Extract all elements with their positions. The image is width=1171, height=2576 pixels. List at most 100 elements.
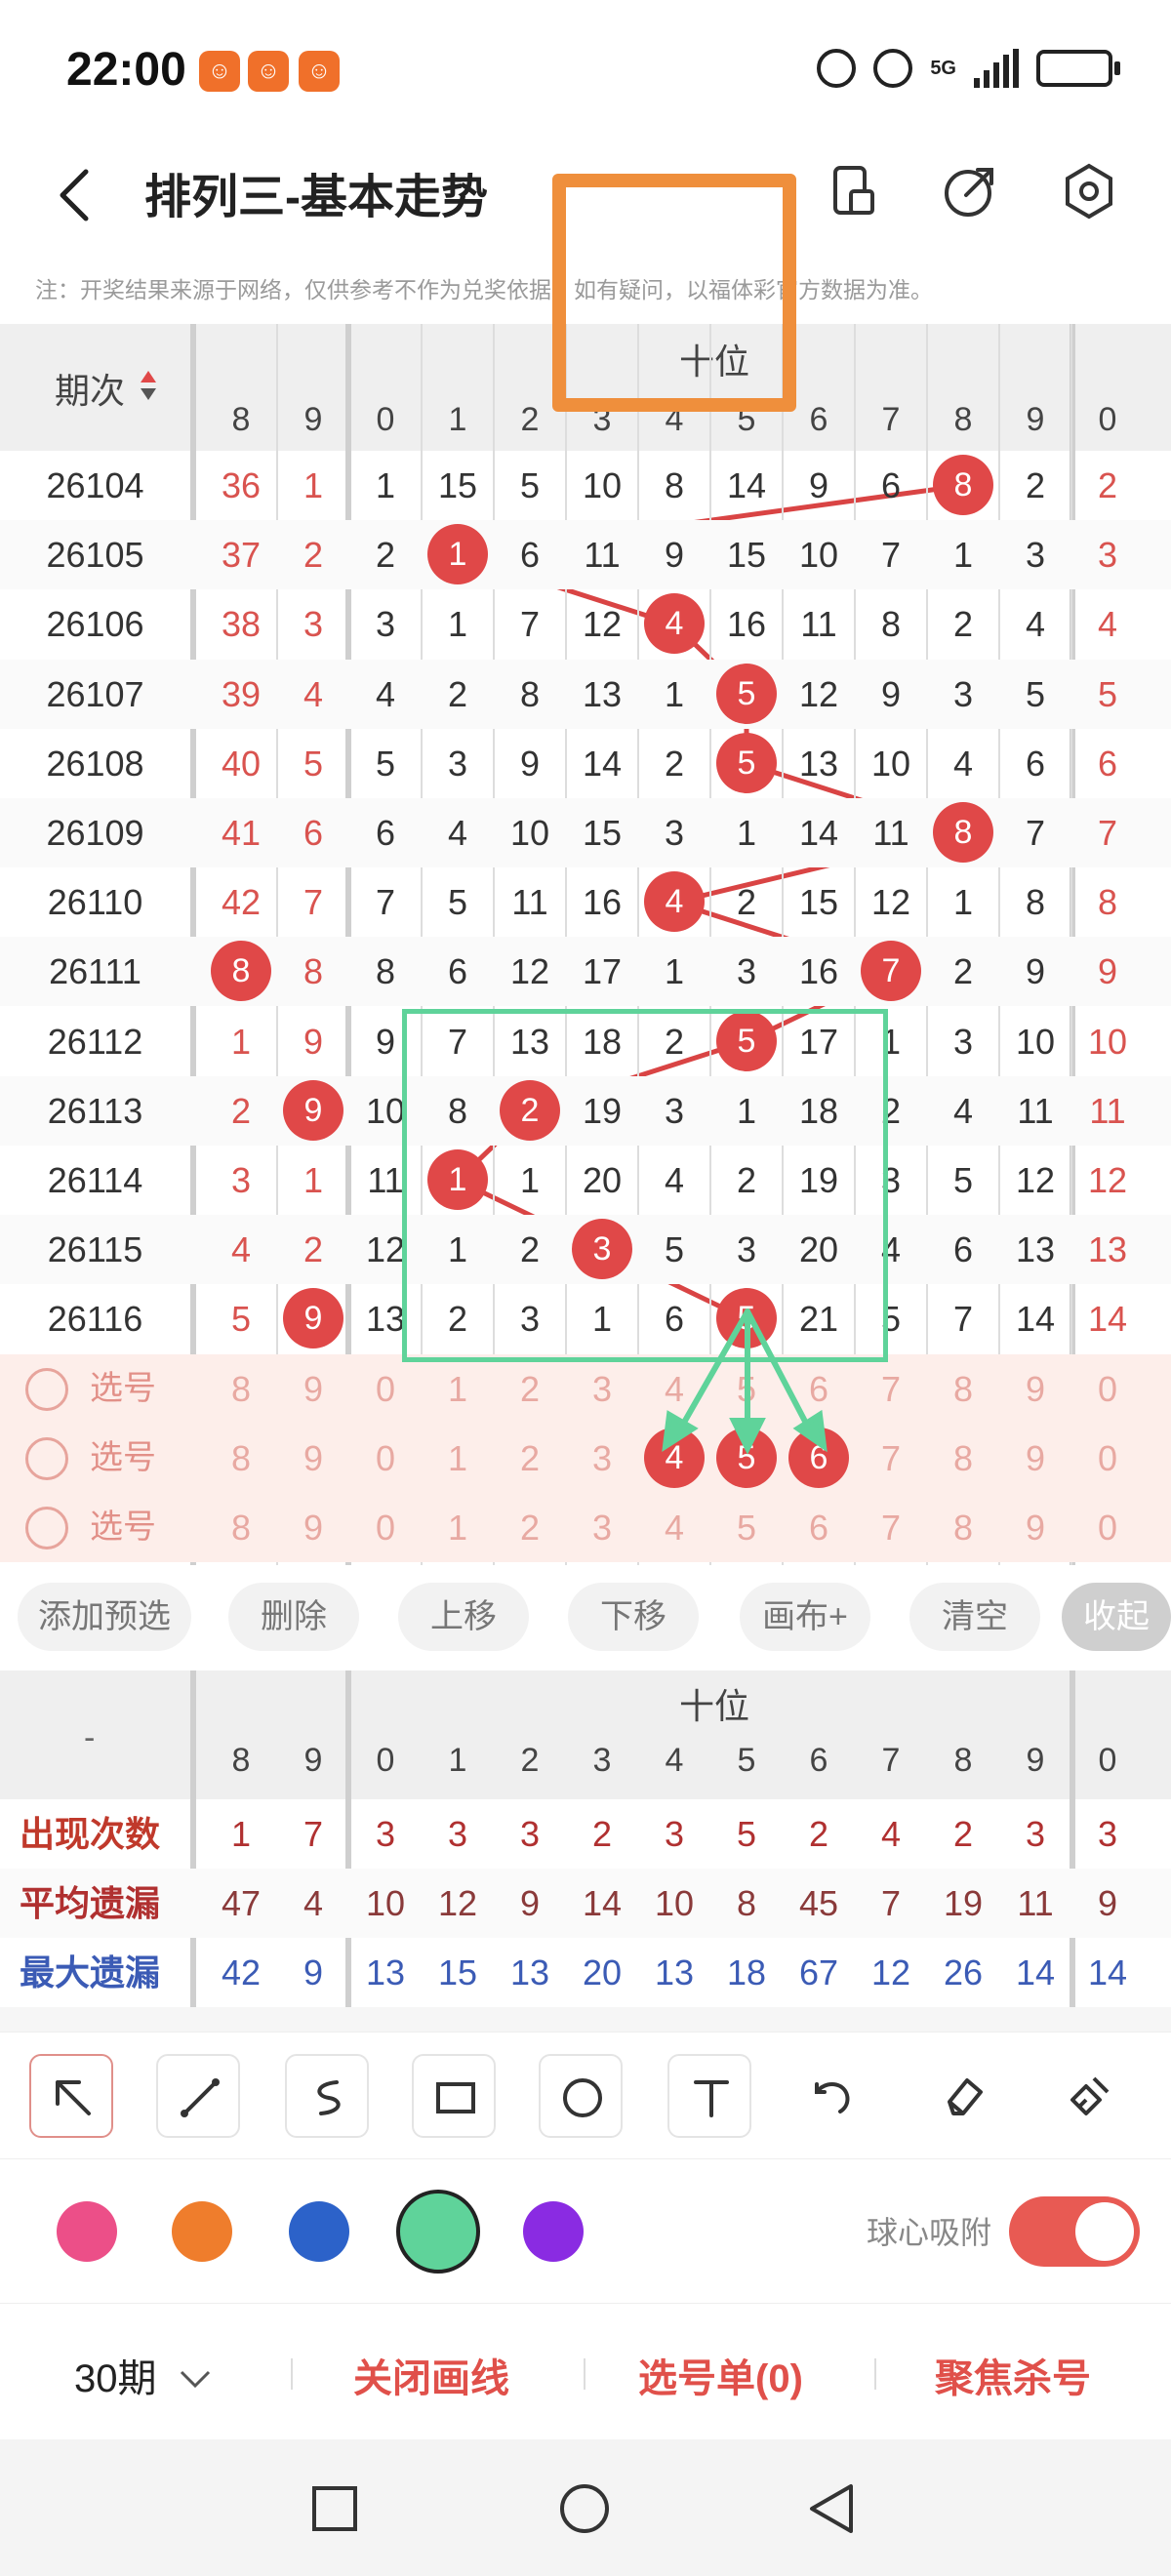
table-row[interactable]: 261118886121713162997 [0,937,1171,1007]
pick-cell[interactable]: 0 [1071,1493,1144,1562]
period-select[interactable]: 30期 [74,2347,213,2403]
pick-cell[interactable]: 0 [1071,1424,1144,1493]
back-icon[interactable] [55,166,94,224]
pick-cell[interactable]: 5 [710,1493,783,1562]
pick-row[interactable]: 选号 8 9 0 1 2 3 7 8 9 0 4 5 6 [0,1423,1171,1493]
drawn-number-ball[interactable]: 8 [933,802,993,863]
action-bar: 添加预选 删除 上移 下移 画布+ 清空 收起 [0,1565,1171,1663]
miss-value: 1 [303,465,324,505]
table-row[interactable]: 26107 39 4 4 2 8 13 1 12 9 3 5 5 5 [0,659,1171,729]
drawn-number-ball[interactable]: 5 [716,732,777,793]
pick-cell[interactable]: 0 [349,1354,422,1424]
pick-cell[interactable]: 3 [566,1354,638,1424]
pick-cell[interactable]: 7 [855,1493,927,1562]
pick-cell[interactable]: 9 [277,1493,349,1562]
drawn-number-ball[interactable]: 7 [861,941,921,1002]
rectangle-tool[interactable] [412,2054,496,2138]
arrow-tool[interactable] [29,2054,113,2138]
recents-icon[interactable] [310,2484,359,2533]
color-swatch[interactable] [57,2201,117,2262]
stats-column-header: 1 [448,1742,467,1779]
pick-cell[interactable]: 9 [999,1493,1071,1562]
pick-cell[interactable]: 9 [999,1354,1071,1424]
color-swatch[interactable] [396,2190,480,2274]
pick-cell[interactable]: 2 [494,1493,566,1562]
pick-cell[interactable]: 1 [422,1354,494,1424]
delete-button[interactable]: 删除 [228,1583,359,1651]
move-down-button[interactable]: 下移 [568,1583,699,1651]
pick-cell[interactable]: 1 [422,1493,494,1562]
drawn-number-ball[interactable]: 5 [716,663,777,724]
pick-row-checkbox[interactable] [25,1507,68,1550]
pick-row[interactable]: 选号8901234567890 [0,1493,1171,1562]
text-tool[interactable] [667,2054,751,2138]
eraser-tool[interactable] [921,2054,1005,2138]
drawn-number-ball[interactable]: 1 [427,524,488,585]
pick-cell[interactable]: 9 [277,1424,349,1493]
line-tool[interactable] [156,2054,240,2138]
add-canvas-button[interactable]: 画布+ [740,1583,870,1651]
pick-cell[interactable]: 8 [927,1424,999,1493]
settings-icon[interactable] [1058,160,1120,222]
pick-cell[interactable]: 4 [638,1493,710,1562]
table-row[interactable]: 26108 40 5 5 3 9 14 2 13 10 4 6 6 5 [0,729,1171,798]
pick-cell[interactable]: 7 [855,1424,927,1493]
pick-cell[interactable]: 6 [783,1493,855,1562]
pick-cell[interactable]: 0 [349,1493,422,1562]
color-swatch[interactable] [172,2201,232,2262]
curve-tool[interactable] [285,2054,369,2138]
back-nav-icon[interactable] [806,2482,855,2535]
add-preselection-button[interactable]: 添加预选 [18,1583,191,1651]
pick-cell[interactable]: 8 [205,1493,277,1562]
stats-value: 3 [447,1814,468,1854]
prediction-arrows[interactable] [644,1300,859,1466]
pick-cell[interactable]: 3 [566,1424,638,1493]
pick-cell[interactable]: 9 [277,1354,349,1424]
pick-cell[interactable]: 1 [422,1424,494,1493]
selection-list-button[interactable]: 选号单(0) [638,2347,803,2403]
pick-row-checkbox[interactable] [25,1436,68,1480]
pick-cell[interactable]: 8 [927,1354,999,1424]
move-up-button[interactable]: 上移 [398,1583,529,1651]
focus-kill-button[interactable]: 聚焦杀号 [935,2347,1091,2403]
pick-cell[interactable]: 0 [1071,1354,1144,1424]
miss-value: 7 [952,1299,974,1340]
pick-cell[interactable]: 0 [349,1424,422,1493]
drawn-number-ball[interactable]: 4 [644,593,705,655]
pick-cell[interactable]: 3 [566,1493,638,1562]
home-icon[interactable] [558,2482,611,2535]
highlight-box-orange[interactable] [552,174,796,412]
drawn-number-ball[interactable]: 9 [283,1079,343,1141]
table-row[interactable]: 26106 38 3 3 1 7 12 16 11 8 2 4 4 4 [0,589,1171,659]
pick-cell[interactable]: 9 [999,1424,1071,1493]
pick-row[interactable]: 选号8901234567890 [0,1353,1171,1424]
drawn-number-ball[interactable]: 8 [933,455,993,515]
undo-tool[interactable] [792,2054,876,2138]
drawn-number-ball[interactable]: 8 [211,941,271,1002]
circle-tool[interactable] [539,2054,623,2138]
pick-cell[interactable]: 8 [927,1493,999,1562]
rotate-screen-icon[interactable] [822,160,884,222]
table-row[interactable]: 26109 41 6 6 4 10 15 3 1 14 11 7 7 8 [0,798,1171,867]
clear-button[interactable]: 清空 [909,1583,1040,1651]
pick-row-checkbox[interactable] [25,1367,68,1411]
table-row[interactable]: 26105 37 2 2 6 11 9 15 10 7 1 3 3 1 [0,520,1171,590]
drawn-number-ball[interactable]: 9 [283,1288,343,1349]
pick-cell[interactable]: 8 [205,1424,277,1493]
trend-grid[interactable]: 期次 十位 8 9 0 1 2 3 4 5 6 7 8 9 0 26104 36 1 1 15 5 10 8 14 9 6 2 2… [0,324,1171,1565]
pick-cell[interactable]: 2 [494,1354,566,1424]
snap-to-center-toggle[interactable] [1009,2196,1140,2267]
close-lines-button[interactable]: 关闭画线 [353,2347,509,2403]
pick-cell[interactable]: 2 [494,1424,566,1493]
share-icon[interactable] [939,160,1001,222]
collapse-button[interactable]: 收起 [1062,1583,1171,1651]
drawn-number-ball[interactable]: 4 [644,871,705,933]
miss-value: 12 [582,604,623,645]
color-swatch[interactable] [523,2201,584,2262]
clear-canvas-tool[interactable] [1048,2054,1132,2138]
color-swatch[interactable] [289,2201,349,2262]
pick-cell[interactable]: 7 [855,1354,927,1424]
pick-cell[interactable]: 8 [205,1354,277,1424]
table-row[interactable]: 26110 42 7 7 5 11 16 2 15 12 1 8 8 4 [0,867,1171,937]
table-row[interactable]: 26104 36 1 1 15 5 10 8 14 9 6 2 2 8 [0,451,1171,520]
